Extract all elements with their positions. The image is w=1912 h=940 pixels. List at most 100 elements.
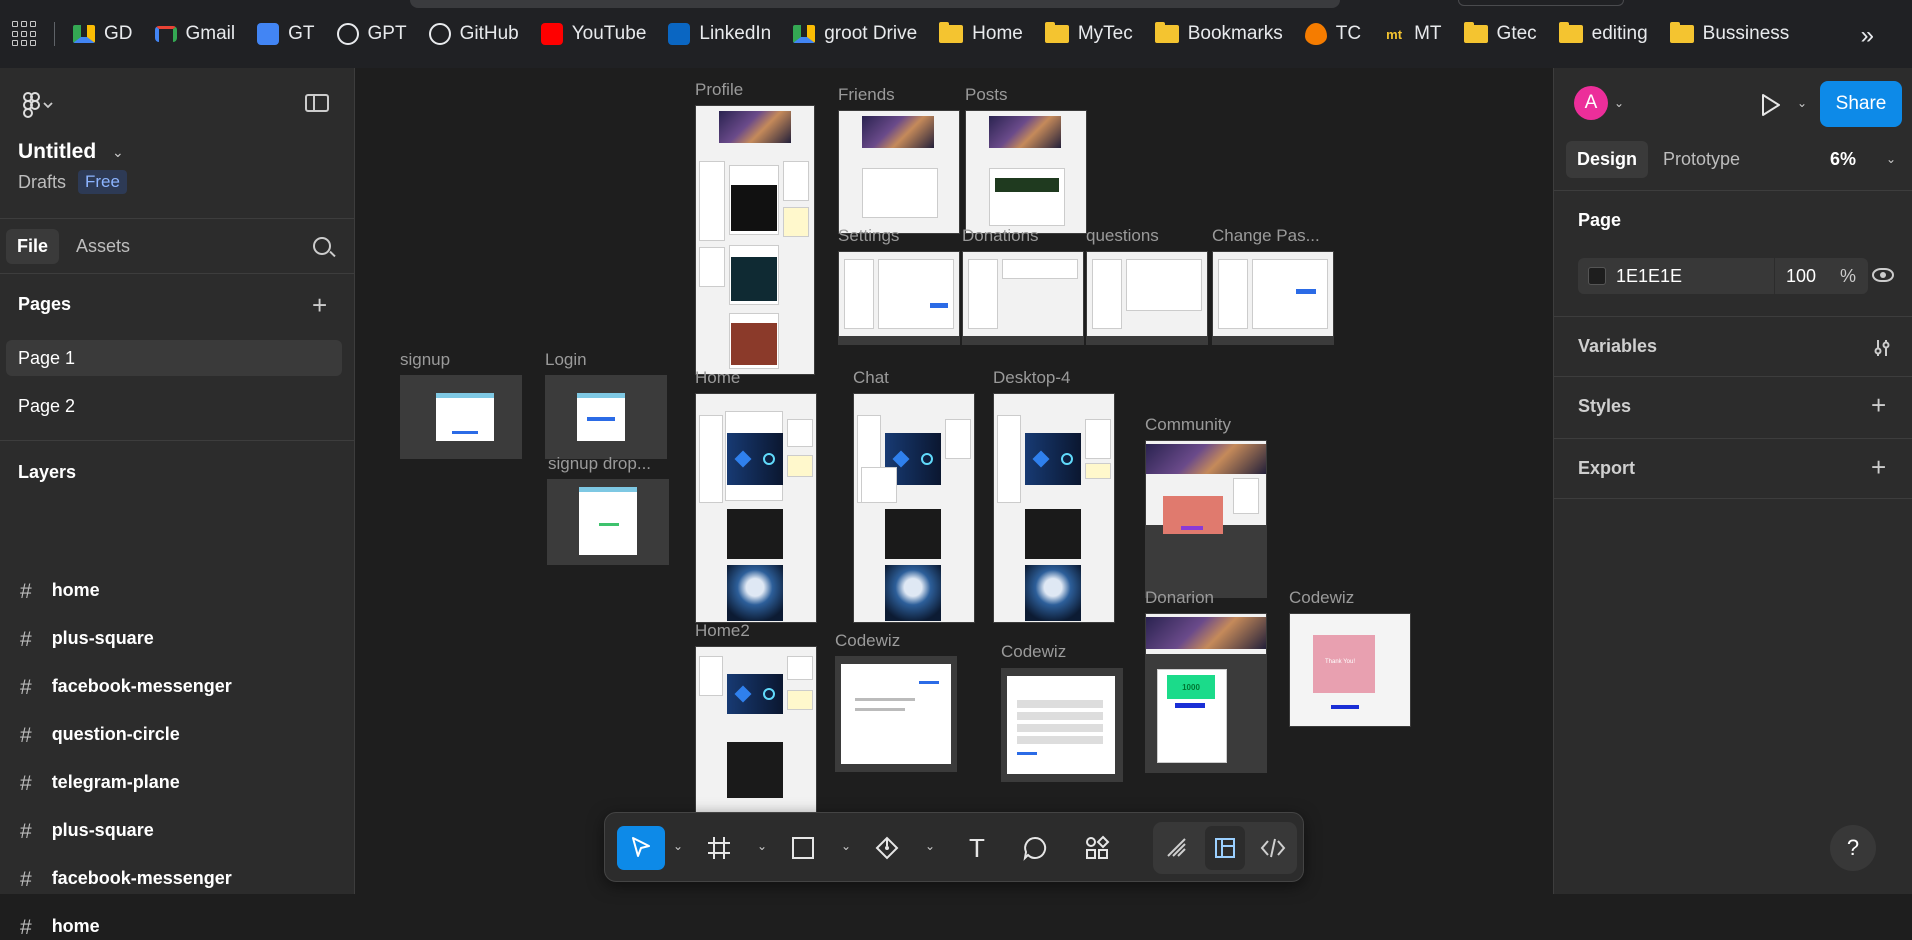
frame-codewiz[interactable]	[1001, 668, 1123, 782]
bookmark-groot-drive[interactable]: groot Drive	[793, 23, 917, 45]
bookmark-gd[interactable]: GD	[73, 23, 133, 45]
figma-menu-icon[interactable]	[20, 92, 54, 124]
chevron-down-icon[interactable]: ⌄	[112, 144, 124, 161]
text-tool-icon[interactable]: T	[959, 826, 995, 870]
frame-label-codewiz[interactable]: Codewiz	[835, 631, 900, 651]
frame-donations[interactable]	[962, 251, 1084, 345]
layer-item[interactable]: # facebook-messenger	[20, 676, 232, 700]
file-location[interactable]: Drafts	[18, 172, 66, 193]
bookmark-gpt[interactable]: GPT	[336, 23, 407, 45]
frame-home[interactable]	[695, 393, 817, 623]
chevron-down-icon[interactable]: ⌄	[1797, 96, 1807, 110]
variables-settings-icon[interactable]	[1872, 338, 1890, 356]
bookmark-bookmarks[interactable]: Bookmarks	[1154, 22, 1283, 45]
frame-label-desktop-4[interactable]: Desktop-4	[993, 368, 1070, 388]
bookmark-home[interactable]: Home	[939, 22, 1023, 45]
frame-community[interactable]	[1145, 440, 1267, 598]
tab-prototype[interactable]: Prototype	[1663, 149, 1740, 170]
zoom-level[interactable]: 6%	[1830, 149, 1856, 170]
frame-login[interactable]	[545, 375, 667, 459]
layer-item[interactable]: # question-circle	[20, 724, 180, 748]
frame-label-profile[interactable]: Profile	[695, 80, 743, 100]
bookmark-linkedin[interactable]: LinkedIn	[668, 23, 771, 45]
background-hex[interactable]: 1E1E1E	[1616, 266, 1682, 287]
pen-tool-icon[interactable]	[869, 826, 905, 870]
layer-item[interactable]: # plus-square	[20, 628, 154, 652]
actions-tool-icon[interactable]	[1079, 826, 1115, 870]
frame-chat[interactable]	[853, 393, 975, 623]
frame-questions[interactable]	[1086, 251, 1208, 345]
background-opacity[interactable]: 100	[1786, 266, 1816, 287]
add-export-icon[interactable]: +	[1871, 454, 1886, 480]
frame-label-signup[interactable]: signup	[400, 350, 450, 370]
frame-change-password[interactable]	[1212, 251, 1334, 345]
rectangle-tool-icon[interactable]	[785, 826, 821, 870]
frame-tool-icon[interactable]	[701, 826, 737, 870]
avatar[interactable]: A	[1574, 86, 1608, 120]
page-item[interactable]: Page 1	[6, 340, 342, 376]
frame-label-login[interactable]: Login	[545, 350, 587, 370]
draw-mode-icon[interactable]	[1157, 826, 1197, 870]
frame-signup[interactable]	[400, 375, 522, 459]
frame-label-home[interactable]: Home	[695, 368, 740, 388]
frame-label-posts[interactable]: Posts	[965, 85, 1008, 105]
chevron-down-icon[interactable]: ⌄	[757, 839, 767, 853]
color-swatch[interactable]	[1588, 267, 1606, 285]
bookmark-youtube[interactable]: YouTube	[540, 23, 646, 45]
design-canvas[interactable]: Profile Friends Posts Settings Donations…	[356, 68, 1552, 894]
bookmark-mt[interactable]: mt MT	[1383, 23, 1441, 45]
move-tool-icon[interactable]	[617, 826, 665, 870]
layer-item[interactable]: # facebook-messenger	[20, 868, 232, 892]
bookmarks-overflow-icon[interactable]: »	[1861, 22, 1874, 50]
frame-profile[interactable]	[695, 105, 815, 375]
chevron-down-icon[interactable]: ⌄	[841, 839, 851, 853]
frame-desktop-4[interactable]	[993, 393, 1115, 623]
bookmark-tc[interactable]: TC	[1304, 23, 1361, 45]
frame-label-codewiz[interactable]: Codewiz	[1289, 588, 1354, 608]
frame-label-codewiz[interactable]: Codewiz	[1001, 642, 1066, 662]
frame-codewiz[interactable]: Thank You!	[1289, 613, 1411, 727]
design-mode-icon[interactable]	[1205, 826, 1245, 870]
sidebar-toggle-icon[interactable]	[305, 94, 329, 112]
frame-posts[interactable]	[965, 110, 1087, 234]
frame-label-questions[interactable]: questions	[1086, 226, 1159, 246]
layer-item[interactable]: # home	[20, 916, 100, 940]
chevron-down-icon[interactable]: ⌄	[673, 839, 683, 853]
export-heading[interactable]: Export	[1578, 458, 1635, 479]
frame-label-community[interactable]: Community	[1145, 415, 1231, 435]
frame-codewiz[interactable]	[835, 656, 957, 772]
layer-item[interactable]: # plus-square	[20, 820, 154, 844]
styles-heading[interactable]: Styles	[1578, 396, 1631, 417]
dev-mode-icon[interactable]	[1253, 826, 1293, 870]
eye-icon[interactable]	[1872, 268, 1894, 282]
background-color-field[interactable]: 1E1E1E 100 %	[1578, 258, 1868, 294]
frame-donarion[interactable]: 1000	[1145, 613, 1267, 773]
tab-file[interactable]: File	[6, 229, 60, 264]
layer-item[interactable]: # telegram-plane	[20, 772, 180, 796]
tab-assets[interactable]: Assets	[76, 236, 130, 257]
bookmark-gtec[interactable]: Gtec	[1463, 22, 1537, 45]
frame-label-home2[interactable]: Home2	[695, 621, 750, 641]
share-button[interactable]: Share	[1820, 81, 1902, 127]
help-button[interactable]: ?	[1830, 825, 1876, 871]
bookmark-gmail[interactable]: Gmail	[154, 23, 235, 45]
chevron-down-icon[interactable]: ⌄	[925, 839, 935, 853]
frame-label-signup-drop[interactable]: signup drop...	[548, 454, 651, 474]
frame-label-settings[interactable]: Settings	[838, 226, 899, 246]
add-style-icon[interactable]: +	[1871, 392, 1886, 418]
layer-item[interactable]: # home	[20, 580, 100, 604]
frame-label-chat[interactable]: Chat	[853, 368, 889, 388]
frame-settings[interactable]	[838, 251, 960, 345]
frame-label-donarion[interactable]: Donarion	[1145, 588, 1214, 608]
bookmark-gt[interactable]: GT	[257, 23, 315, 45]
frame-home2[interactable]	[695, 646, 817, 816]
page-item[interactable]: Page 2	[6, 388, 342, 424]
variables-heading[interactable]: Variables	[1578, 336, 1657, 357]
frame-friends[interactable]	[838, 110, 960, 234]
frame-signup-drop[interactable]	[547, 479, 669, 565]
bookmark-mytec[interactable]: MyTec	[1044, 22, 1133, 45]
bookmark-github[interactable]: GitHub	[428, 23, 519, 45]
search-icon[interactable]	[313, 237, 331, 255]
add-page-icon[interactable]: +	[312, 292, 327, 318]
frame-label-change-password[interactable]: Change Pas...	[1212, 226, 1320, 246]
